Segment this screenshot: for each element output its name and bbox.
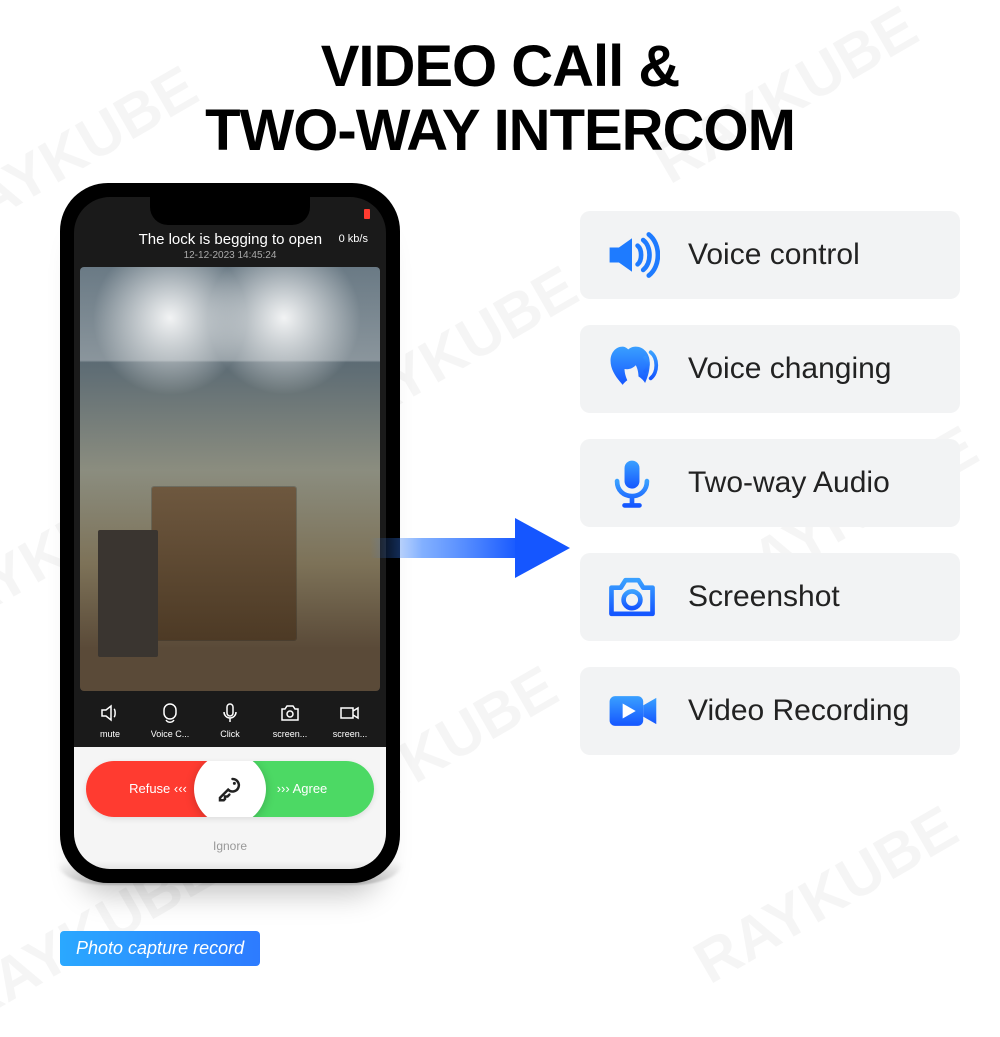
speaker-icon: [98, 701, 122, 725]
feature-label: Voice changing: [688, 352, 892, 386]
feature-two-way-audio: Two-way Audio: [580, 439, 960, 527]
kbs-indicator: 0 kb/s: [339, 233, 368, 245]
screenshot-label: screen...: [273, 729, 308, 739]
talk-label: Click: [220, 729, 240, 739]
volume-icon: [602, 225, 662, 285]
app-toolbar: mute Voice C... Click screen...: [74, 691, 386, 747]
camera-icon: [278, 701, 302, 725]
page-title: VIDEO CAll & TWO-WAY INTERCOM: [0, 0, 1000, 163]
call-action-area: Refuse ‹‹‹ ››› Agree Ignore: [74, 747, 386, 869]
phone-wrap: The lock is begging to open 0 kb/s 12-12…: [60, 183, 420, 966]
voice-change-label: Voice C...: [151, 729, 190, 739]
content-row: The lock is begging to open 0 kb/s 12-12…: [0, 163, 1000, 966]
voice-change-button[interactable]: Voice C...: [142, 701, 198, 739]
feature-voice-control: Voice control: [580, 211, 960, 299]
feature-label: Screenshot: [688, 580, 840, 614]
swipe-bar[interactable]: Refuse ‹‹‹ ››› Agree: [86, 761, 374, 817]
video-timestamp: 12-12-2023 14:45:24: [74, 248, 386, 267]
phone-screen: The lock is begging to open 0 kb/s 12-12…: [74, 197, 386, 869]
video-header-text: The lock is begging to open: [139, 231, 322, 248]
talk-button[interactable]: Click: [202, 701, 258, 739]
title-line-2: TWO-WAY INTERCOM: [205, 98, 795, 163]
live-video-feed[interactable]: [80, 267, 380, 691]
mic-icon: [602, 453, 662, 513]
video-icon: [338, 701, 362, 725]
phone-reflection: [60, 861, 400, 885]
mute-button[interactable]: mute: [82, 701, 138, 739]
key-icon: [215, 774, 245, 804]
arrow-icon: [370, 508, 570, 588]
camera-icon: [602, 567, 662, 627]
feature-label: Two-way Audio: [688, 466, 890, 500]
title-line-1: VIDEO CAll &: [321, 34, 680, 99]
features-list: Voice control Voice changing Two-way: [420, 183, 960, 755]
mic-icon: [218, 701, 242, 725]
video-header: The lock is begging to open 0 kb/s: [74, 231, 386, 248]
feature-label: Voice control: [688, 238, 860, 272]
feature-video-recording: Video Recording: [580, 667, 960, 755]
record-label: screen...: [333, 729, 368, 739]
feature-voice-changing: Voice changing: [580, 325, 960, 413]
voice-change-icon: [158, 701, 182, 725]
record-button[interactable]: screen...: [322, 701, 378, 739]
battery-icon: [364, 209, 370, 219]
screenshot-button[interactable]: screen...: [262, 701, 318, 739]
unlock-knob[interactable]: [194, 761, 266, 817]
voice-change-icon: [602, 339, 662, 399]
capture-badge: Photo capture record: [60, 931, 260, 966]
phone-notch: [150, 197, 310, 225]
video-icon: [602, 681, 662, 741]
phone-frame: The lock is begging to open 0 kb/s 12-12…: [60, 183, 400, 883]
mute-label: mute: [100, 729, 120, 739]
feature-screenshot: Screenshot: [580, 553, 960, 641]
ignore-button[interactable]: Ignore: [86, 839, 374, 853]
feature-label: Video Recording: [688, 694, 909, 728]
